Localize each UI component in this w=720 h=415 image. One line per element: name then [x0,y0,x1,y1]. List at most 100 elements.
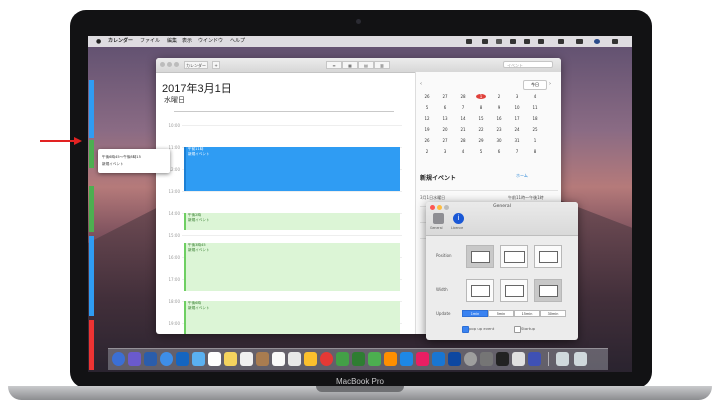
user-avatar-icon[interactable] [594,39,600,44]
mini-month-day[interactable]: 19 [422,127,432,132]
event-block[interactable]: 午後2時 新規イベント [184,213,400,230]
flag-icon[interactable] [558,39,564,44]
menu-item-window[interactable]: ウインドウ [198,36,223,47]
view-month-tab[interactable]: ▤ [358,61,374,69]
next-month-icon[interactable]: › [549,81,551,87]
event-block[interactable]: 午後3時45 新規イベント [184,243,400,291]
view-week-tab[interactable]: ▦ [342,61,358,69]
view-year-tab[interactable]: ▥ [374,61,390,69]
startup-checkbox[interactable] [514,326,521,333]
mini-month-day[interactable]: 1 [530,138,540,143]
info-icon[interactable]: i [453,213,464,224]
messages-icon[interactable] [336,352,349,366]
pages-icon[interactable] [384,352,397,366]
mini-month-day[interactable]: 23 [494,127,504,132]
popup-event-checkbox[interactable] [462,326,469,333]
update-option-1min[interactable]: 1min [462,310,488,317]
finder-icon[interactable] [112,352,125,366]
launchpad-icon[interactable] [128,352,141,366]
menu-item-help[interactable]: ヘルプ [230,36,245,47]
mail-icon[interactable] [192,352,205,366]
mini-month-day[interactable]: 27 [440,94,450,99]
keynote-icon[interactable] [400,352,413,366]
mini-month-day[interactable]: 24 [512,127,522,132]
mini-month-day[interactable]: 5 [422,105,432,110]
mini-month-day[interactable]: 3 [440,149,450,154]
dropbox-icon[interactable] [496,39,502,44]
today-button[interactable]: 今日 [523,80,547,90]
mini-month-day[interactable]: 14 [458,116,468,121]
position-option-left[interactable] [466,245,494,268]
add-event-button[interactable]: + [212,61,220,69]
reminders-icon[interactable] [240,352,253,366]
mini-month-day[interactable]: 9 [494,105,504,110]
mini-month-day[interactable]: 6 [494,149,504,154]
system-preferences-icon[interactable] [464,352,477,366]
view-day-tab[interactable]: ≡ [326,61,342,69]
detail-date[interactable]: 3月1日水曜日 [420,195,445,201]
width-option-medium[interactable] [500,279,528,302]
script-editor-icon[interactable] [512,352,525,366]
sidebar-strip-red[interactable] [89,320,94,370]
notes-icon[interactable] [224,352,237,366]
menu-item-calendar[interactable]: カレンダー [108,36,133,47]
sidebar-strip-green[interactable] [89,186,94,232]
mini-month-day[interactable]: 18 [530,116,540,121]
mini-month-day[interactable]: 16 [494,116,504,121]
mission-control-icon[interactable] [144,352,157,366]
detail-title[interactable]: 新規イベント [420,173,456,182]
mini-month-day[interactable]: 7 [458,105,468,110]
battery-icon[interactable] [538,39,544,44]
zoom-button[interactable] [174,62,179,67]
airplay-icon[interactable] [524,39,530,44]
mini-month-day[interactable]: 31 [512,138,522,143]
calendar-selector[interactable]: ホーム [516,173,528,179]
menu-list-icon[interactable] [612,39,618,44]
position-option-bottom[interactable] [500,245,528,268]
mini-month-day[interactable]: 25 [530,127,540,132]
calendar-app-icon[interactable] [272,352,285,366]
tab-licence[interactable]: Licence [451,226,463,230]
mini-month-day[interactable]: 21 [458,127,468,132]
app-store-icon[interactable] [176,352,189,366]
mini-month-day[interactable]: 4 [458,149,468,154]
search-input[interactable]: イベント [503,61,553,68]
update-option-5min[interactable]: 5min [488,310,514,317]
mini-month-day[interactable]: 2 [494,94,504,99]
mini-month-day[interactable]: 17 [512,116,522,121]
sidebar-strip-blue[interactable] [89,236,94,316]
prev-month-icon[interactable]: ‹ [420,81,422,87]
mini-month-day[interactable]: 12 [422,116,432,121]
calendars-button[interactable]: カレンダー [184,61,208,69]
utilities-icon[interactable] [480,352,493,366]
facetime-icon[interactable] [352,352,365,366]
event-block[interactable]: 午前11時 新規イベント [184,147,400,191]
mini-month-day[interactable]: 4 [530,94,540,99]
mini-month-day[interactable]: 30 [494,138,504,143]
contacts-icon[interactable] [256,352,269,366]
calendar-icon[interactable] [208,352,221,366]
update-option-30min[interactable]: 30min [540,310,566,317]
mini-month-day[interactable]: 28 [458,138,468,143]
textedit-icon[interactable] [288,352,301,366]
mini-month-day[interactable]: 5 [476,149,486,154]
tab-general[interactable]: General [430,226,443,230]
mini-month-day[interactable]: 26 [422,94,432,99]
photos-icon[interactable] [304,352,317,366]
mini-month-day[interactable]: 8 [476,105,486,110]
mini-month-day[interactable]: 26 [422,138,432,143]
event-block[interactable]: 午後6時 新規イベント [184,301,400,334]
position-option-right[interactable] [534,245,562,268]
mini-month-day[interactable]: 27 [440,138,450,143]
trash-icon[interactable] [574,352,587,366]
mini-month-day[interactable]: 10 [512,105,522,110]
mini-month-day[interactable]: 6 [440,105,450,110]
music-icon[interactable] [416,352,429,366]
menu-item-file[interactable]: ファイル [140,36,160,47]
mini-month-day[interactable]: 11 [530,105,540,110]
mini-month-day[interactable]: 20 [440,127,450,132]
numbers-icon[interactable] [368,352,381,366]
width-option-wide[interactable] [534,279,562,302]
menu-item-view[interactable]: 表示 [182,36,192,47]
mini-month-day[interactable]: 7 [512,149,522,154]
